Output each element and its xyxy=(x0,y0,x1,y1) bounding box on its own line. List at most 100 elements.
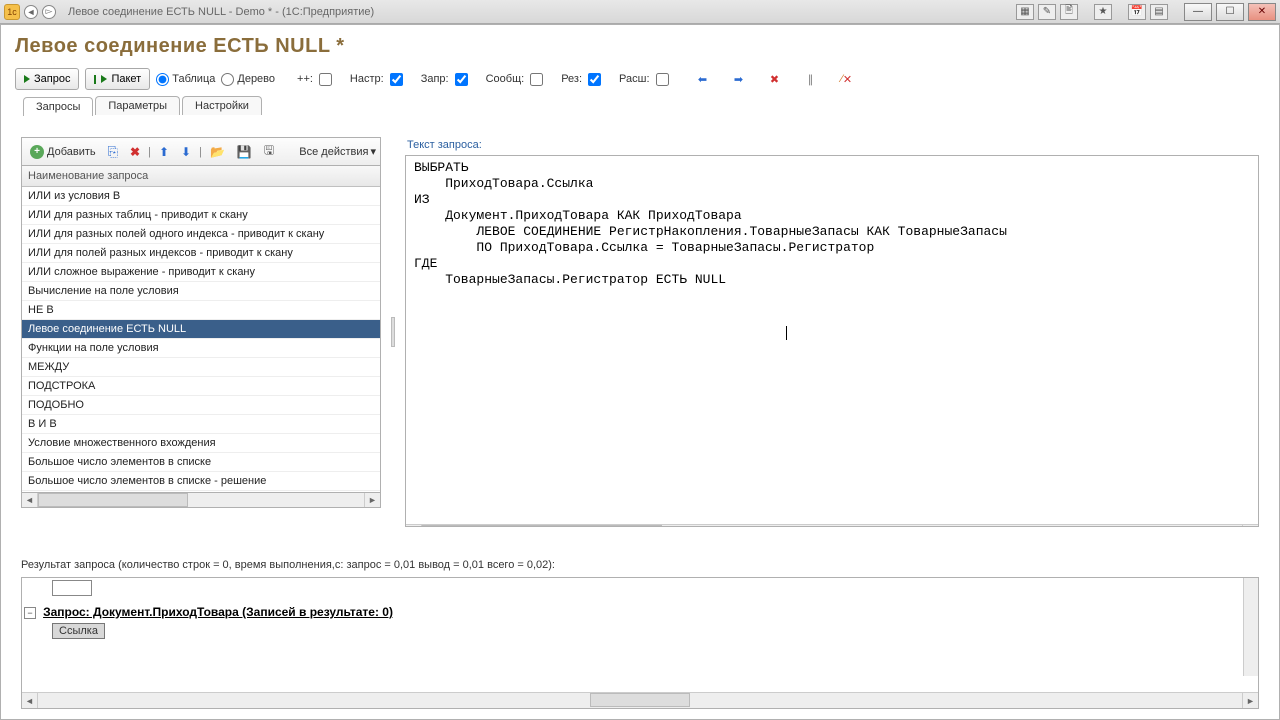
nav-back-icon[interactable]: ◄ xyxy=(24,5,38,19)
ext-check[interactable] xyxy=(656,73,669,86)
delete-icon[interactable]: ✖ xyxy=(767,71,783,87)
list-item[interactable]: ИЛИ для полей разных индексов - приводит… xyxy=(22,244,380,263)
message-check[interactable] xyxy=(530,73,543,86)
bar-icon xyxy=(94,75,96,84)
uncomment-icon[interactable]: ⁄✕ xyxy=(839,71,855,87)
tree-collapse-icon[interactable]: − xyxy=(24,607,36,619)
minimize-button[interactable]: — xyxy=(1184,3,1212,21)
run-query-label: Запрос xyxy=(34,73,70,85)
list-item[interactable]: ИЛИ для разных полей одного индекса - пр… xyxy=(22,225,380,244)
query-list-body[interactable]: ИЛИ из условия ВИЛИ для разных таблиц - … xyxy=(22,187,380,491)
delete-x-icon: ✖ xyxy=(130,145,140,159)
save-as-button[interactable]: 🖫 xyxy=(260,139,278,164)
list-item[interactable]: Вычисление на поле условия xyxy=(22,282,380,301)
query-list-toolbar: + Добавить ⎘ ✖ | ⬆ ⬇ | 📂 💾 🖫 Все действи… xyxy=(21,137,381,165)
hscroll-right-icon[interactable]: ► xyxy=(364,493,380,507)
list-item[interactable]: ПОДСТРОКА xyxy=(22,377,380,396)
settings-label: Настр: xyxy=(350,73,384,85)
result-panel: − Запрос: Документ.ПриходТовара (Записей… xyxy=(21,577,1259,709)
move-down-button[interactable]: ⬇ xyxy=(177,143,195,161)
query-list-hscroll[interactable]: ◄ ► xyxy=(21,492,381,508)
titlebar-calc-icon[interactable]: 📅 xyxy=(1128,4,1146,20)
result-check-label: Рез: xyxy=(561,73,582,85)
titlebar-tool-3-icon[interactable]: 🖹 xyxy=(1060,4,1078,20)
delete-query-button[interactable]: ✖ xyxy=(126,143,144,161)
comment-icon[interactable]: ∥ xyxy=(803,71,819,87)
list-item[interactable]: МЕЖДУ xyxy=(22,358,380,377)
open-button[interactable]: 📂 xyxy=(206,143,229,161)
result-group-title[interactable]: Запрос: Документ.ПриходТовара (Записей в… xyxy=(43,605,393,619)
close-button[interactable]: ✕ xyxy=(1248,3,1276,21)
view-table-radio[interactable]: Таблица xyxy=(156,73,215,86)
add-query-label: Добавить xyxy=(47,146,96,158)
list-item[interactable]: Большое число элементов в списке - решен… xyxy=(22,472,380,491)
ext-check-label: Расш: xyxy=(619,73,649,85)
list-item[interactable]: ИЛИ сложное выражение - приводит к скану xyxy=(22,263,380,282)
run-query-button[interactable]: Запрос xyxy=(15,68,79,90)
list-item[interactable]: НЕ В xyxy=(22,301,380,320)
result-hscroll[interactable]: ◄ ► xyxy=(22,692,1258,708)
all-actions-button[interactable]: Все действия ▾ xyxy=(299,145,376,158)
editor-hscroll[interactable]: ◄ ► xyxy=(406,524,1258,527)
tab-queries[interactable]: Запросы xyxy=(23,97,93,116)
separator: | xyxy=(148,146,151,158)
plusplus-label: ++: xyxy=(297,73,313,85)
save-icon: 💾 xyxy=(237,145,252,159)
plusplus-check[interactable] xyxy=(319,73,332,86)
titlebar-star-icon[interactable]: ★ xyxy=(1094,4,1112,20)
page-title: Левое соединение ЕСТЬ NULL * xyxy=(1,25,1279,64)
tab-parameters[interactable]: Параметры xyxy=(95,96,180,115)
main-toolbar: Запрос Пакет Таблица Дерево ++: Настр: З… xyxy=(1,64,1279,92)
list-item[interactable]: ПОДОБНО xyxy=(22,396,380,415)
list-item[interactable]: Условие множественного вхождения xyxy=(22,434,380,453)
play-icon xyxy=(24,75,30,83)
tab-settings[interactable]: Настройки xyxy=(182,96,262,115)
chevron-down-icon: ▾ xyxy=(370,145,376,158)
copy-query-button[interactable]: ⎘ xyxy=(104,142,122,162)
result-empty-cell xyxy=(52,580,92,596)
splitter[interactable] xyxy=(389,137,397,527)
maximize-button[interactable]: ☐ xyxy=(1216,3,1244,21)
query-check[interactable] xyxy=(455,73,468,86)
arrow-up-icon: ⬆ xyxy=(159,145,169,159)
query-text-label: Текст запроса: xyxy=(405,137,1259,155)
list-item[interactable]: Левое соединение ЕСТЬ NULL xyxy=(22,320,380,339)
tab-bar: Запросы Параметры Настройки xyxy=(23,96,1279,115)
view-table-label: Таблица xyxy=(172,73,215,85)
arrow-left-icon[interactable]: ⬅ xyxy=(695,71,711,87)
view-table-input[interactable] xyxy=(156,73,169,86)
settings-check[interactable] xyxy=(390,73,403,86)
list-item[interactable]: В И В xyxy=(22,415,380,434)
view-tree-radio[interactable]: Дерево xyxy=(221,73,275,86)
result-check[interactable] xyxy=(588,73,601,86)
plus-icon: + xyxy=(30,145,44,159)
list-item[interactable]: Большое число элементов в списке xyxy=(22,453,380,472)
titlebar-tool-2-icon[interactable]: ✎ xyxy=(1038,4,1056,20)
titlebar-tool-1-icon[interactable]: ▦ xyxy=(1016,4,1034,20)
result-vscroll[interactable] xyxy=(1243,578,1258,676)
play-icon-2 xyxy=(101,75,107,83)
nav-fwd-icon[interactable]: ▻ xyxy=(42,5,56,19)
list-item[interactable]: ИЛИ для разных таблиц - приводит к скану xyxy=(22,206,380,225)
move-up-button[interactable]: ⬆ xyxy=(155,143,173,161)
query-check-label: Запр: xyxy=(421,73,449,85)
hscroll-left-icon[interactable]: ◄ xyxy=(22,493,38,507)
list-item[interactable]: Функции на поле условия xyxy=(22,339,380,358)
view-tree-input[interactable] xyxy=(221,73,234,86)
list-item[interactable]: ИЛИ из условия В xyxy=(22,187,380,206)
query-text-editor[interactable]: ВЫБРАТЬ ПриходТовара.Ссылка ИЗ Документ.… xyxy=(405,155,1259,527)
add-query-button[interactable]: + Добавить xyxy=(26,143,100,161)
arrow-down-icon: ⬇ xyxy=(181,145,191,159)
titlebar-grid-icon[interactable]: ▤ xyxy=(1150,4,1168,20)
result-column-header: Ссылка xyxy=(52,623,105,639)
arrow-right-icon[interactable]: ➡ xyxy=(731,71,747,87)
query-list: Наименование запроса ИЛИ из условия ВИЛИ… xyxy=(21,165,381,493)
save-button[interactable]: 💾 xyxy=(233,143,256,161)
run-package-button[interactable]: Пакет xyxy=(85,68,150,90)
run-package-label: Пакет xyxy=(111,73,141,85)
result-status-label: Результат запроса (количество строк = 0,… xyxy=(21,559,555,571)
window-title: Левое соединение ЕСТЬ NULL - Demo * - (1… xyxy=(68,6,374,18)
window-title-bar: 1c ◄ ▻ Левое соединение ЕСТЬ NULL - Demo… xyxy=(0,0,1280,24)
query-list-header: Наименование запроса xyxy=(22,166,380,187)
save-as-icon: 🖫 xyxy=(264,141,274,162)
